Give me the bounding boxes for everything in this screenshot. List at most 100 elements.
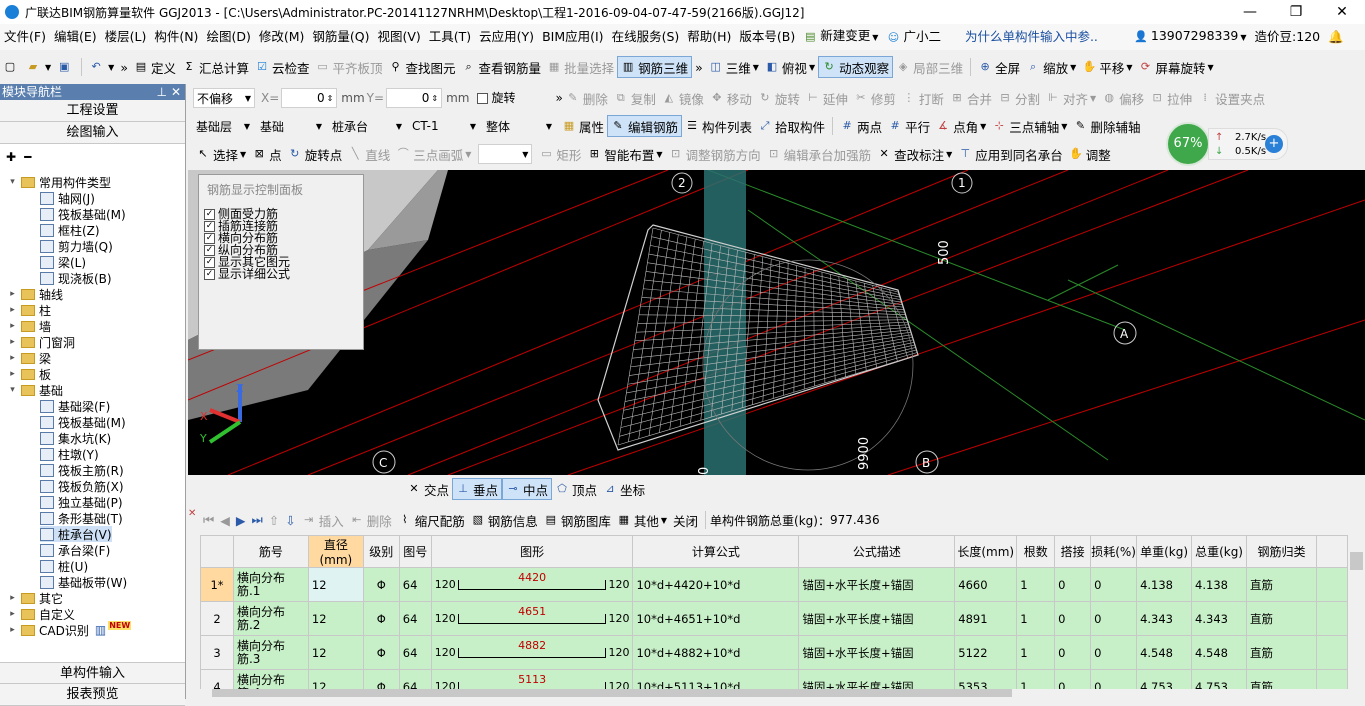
undo-button[interactable]: ↶ ▼ xyxy=(86,56,117,78)
cell-loss[interactable]: 0 xyxy=(1090,601,1138,636)
expand-arrow-icon[interactable]: ▸ xyxy=(8,609,17,619)
expand-arrow-icon[interactable]: ▸ xyxy=(8,337,17,347)
first-row-button[interactable]: ⏮ xyxy=(200,509,217,531)
line-button[interactable]: ╲ 直线 xyxy=(345,143,393,165)
tree-sump-pit[interactable]: 集水坑(K) xyxy=(40,430,111,446)
move-up-button[interactable]: ⇧ xyxy=(266,509,282,531)
more-button[interactable]: » xyxy=(117,56,131,78)
drawing-input-button[interactable]: 绘图输入 xyxy=(0,122,185,144)
cell-length[interactable]: 5353 xyxy=(954,669,1018,689)
cell-lap[interactable]: 0 xyxy=(1054,669,1092,689)
expand-arrow-icon[interactable]: ▸ xyxy=(8,305,17,315)
pan-button[interactable]: ✋ 平移 ▼ xyxy=(1079,56,1135,78)
tree-col-pier[interactable]: 柱墩(Y) xyxy=(40,446,99,462)
col-formula[interactable]: 计算公式 xyxy=(632,535,800,568)
cell-unit-weight[interactable]: 4.343 xyxy=(1136,601,1193,636)
cell-loss[interactable]: 0 xyxy=(1090,669,1138,689)
tree-cad-recognition[interactable]: ▸ CAD识别 ▥ NEW xyxy=(8,620,132,638)
tree-custom[interactable]: ▸ 自定义 xyxy=(8,606,75,622)
offset-select[interactable]: 不偏移 ▼ xyxy=(193,88,255,108)
cell-bar-no[interactable]: 横向分布筋.1 xyxy=(232,567,309,602)
snap-vertex[interactable]: ⬠ 顶点 xyxy=(552,478,600,500)
collapse-arrow-icon[interactable]: ▾ xyxy=(8,177,17,187)
adjust-button[interactable]: ✋ 调整 xyxy=(1066,143,1114,165)
single-input-button[interactable]: 单构件输入 xyxy=(0,662,185,684)
table-vscroll[interactable] xyxy=(1348,552,1365,689)
smart-layout-button[interactable]: ⊞ 智能布置 ▼ xyxy=(584,143,665,165)
point-angle-button[interactable]: ∡ 点角 ▼ xyxy=(933,115,989,137)
rebar-3d-button[interactable]: ▥ 钢筋三维 xyxy=(617,56,693,78)
close-nav-icon[interactable]: ✕ xyxy=(171,84,181,100)
snap-intersection[interactable]: ✕ 交点 xyxy=(404,478,452,500)
cell-formula[interactable]: 10*d+4651+10*d xyxy=(632,601,800,636)
offset-tool[interactable]: ◍ 偏移 xyxy=(1099,87,1147,109)
cell-extra[interactable] xyxy=(1315,635,1348,670)
table-row[interactable]: 2 横向分布筋.2 12 Φ 64 120 4651 120 10*d+4651+10*d 锚固+… xyxy=(200,601,1348,636)
cell-fig-no[interactable]: 64 xyxy=(398,669,432,689)
tree-shear-wall[interactable]: 剪力墙(Q) xyxy=(40,238,113,254)
close-button-grid[interactable]: 关闭 xyxy=(670,509,701,531)
user-phone[interactable]: 👤 13907298339 ▼ xyxy=(1130,23,1251,51)
tree-cast-slab[interactable]: 现浇板(B) xyxy=(40,270,112,286)
dynamic-observe-button[interactable]: ↻ 动态观察 xyxy=(818,56,894,78)
insert-button[interactable]: ⇥ 插入 xyxy=(299,509,347,531)
delete-tool[interactable]: ✎ 删除 xyxy=(563,87,611,109)
menu-online[interactable]: 在线服务(S) xyxy=(608,24,684,50)
close-button[interactable]: ✕ xyxy=(1319,0,1365,24)
menu-component[interactable]: 构件(N) xyxy=(150,24,202,50)
cell-length[interactable]: 5122 xyxy=(954,635,1018,670)
3d-button[interactable]: ◫ 三维 ▼ xyxy=(706,56,762,78)
rotate-checkbox[interactable]: 旋转 xyxy=(477,92,515,104)
screen-rotate-button[interactable]: ⟳ 屏幕旋转 ▼ xyxy=(1135,56,1216,78)
merge-tool[interactable]: ⊞ 合并 xyxy=(947,87,995,109)
row-number[interactable]: 3 xyxy=(200,635,234,670)
col-fig-no[interactable]: 图号 xyxy=(398,535,432,568)
tree-raft-neg-rebar[interactable]: 筏板负筋(X) xyxy=(40,478,124,494)
minimize-button[interactable]: — xyxy=(1227,0,1273,24)
local-3d-button[interactable]: ◈ 局部三维 xyxy=(893,56,966,78)
plus-icon[interactable]: + xyxy=(1265,135,1283,153)
select-button[interactable]: ↖ 选择 ▼ xyxy=(193,143,249,165)
cell-total-weight[interactable]: 4.138 xyxy=(1191,567,1248,602)
question-link[interactable]: 为什么单构件输入中参.. xyxy=(961,24,1102,50)
collapse-arrow-icon[interactable]: ▾ xyxy=(8,385,17,395)
col-shape[interactable]: 图形 xyxy=(430,535,634,568)
menu-modify[interactable]: 修改(M) xyxy=(255,24,309,50)
cell-extra[interactable] xyxy=(1315,601,1348,636)
expand-arrow-icon[interactable]: ▸ xyxy=(8,353,17,363)
col-total-weight[interactable]: 总重(kg) xyxy=(1191,535,1248,568)
cell-bar-no[interactable]: 横向分布筋.3 xyxy=(232,635,309,670)
cell-extra[interactable] xyxy=(1315,567,1348,602)
next-row-button[interactable]: ▶ xyxy=(233,509,249,531)
tree-beam[interactable]: 梁(L) xyxy=(40,254,86,270)
arc-param-input[interactable]: ▼ xyxy=(478,144,533,164)
last-row-button[interactable]: ⏭ xyxy=(249,509,266,531)
table-hscroll[interactable] xyxy=(200,689,1365,699)
cloud-check-button[interactable]: ☑ 云检查 xyxy=(252,56,313,78)
tree-column[interactable]: ▸ 柱 xyxy=(8,302,51,318)
menu-new-change[interactable]: ▤ 新建变更 ▼ xyxy=(799,23,882,51)
cell-lap[interactable]: 0 xyxy=(1054,601,1092,636)
cell-unit-weight[interactable]: 4.753 xyxy=(1136,669,1193,689)
rotate-point-button[interactable]: ↻ 旋转点 xyxy=(285,143,346,165)
row-number[interactable]: 4 xyxy=(200,669,234,689)
tree-wall[interactable]: ▸ 墙 xyxy=(8,318,51,334)
view-rebar-qty-button[interactable]: ⌕ 查看钢筋量 xyxy=(459,56,545,78)
project-settings-button[interactable]: 工程设置 xyxy=(0,100,185,122)
align-top-button[interactable]: ▭ 平齐板顶 xyxy=(313,56,386,78)
cell-formula-desc[interactable]: 锚固+水平长度+锚固 xyxy=(798,601,956,636)
cell-formula-desc[interactable]: 锚固+水平长度+锚固 xyxy=(798,567,956,602)
tree-foundation[interactable]: ▾ 基础 xyxy=(8,382,63,398)
cell-fig-no[interactable]: 64 xyxy=(398,567,432,602)
tree-slab[interactable]: ▸ 板 xyxy=(8,366,51,382)
edit-reinforce-button[interactable]: ⊡ 编辑承台加强筋 xyxy=(764,143,875,165)
cell-loss[interactable]: 0 xyxy=(1090,567,1138,602)
tree-foundation-strip[interactable]: 基础板带(W) xyxy=(40,574,127,590)
menu-draw[interactable]: 绘图(D) xyxy=(202,24,254,50)
top-view-button[interactable]: ◧ 俯视 ▼ xyxy=(762,56,818,78)
menu-edit[interactable]: 编辑(E) xyxy=(50,24,101,50)
arc-button[interactable]: ⌒ 三点画弧 ▼ xyxy=(393,143,474,165)
cell-shape[interactable]: 120 4651 120 xyxy=(430,601,634,636)
set-grip-tool[interactable]: ⁞ 设置夹点 xyxy=(1195,87,1268,109)
pin-icon[interactable]: ⊥ xyxy=(157,84,167,100)
